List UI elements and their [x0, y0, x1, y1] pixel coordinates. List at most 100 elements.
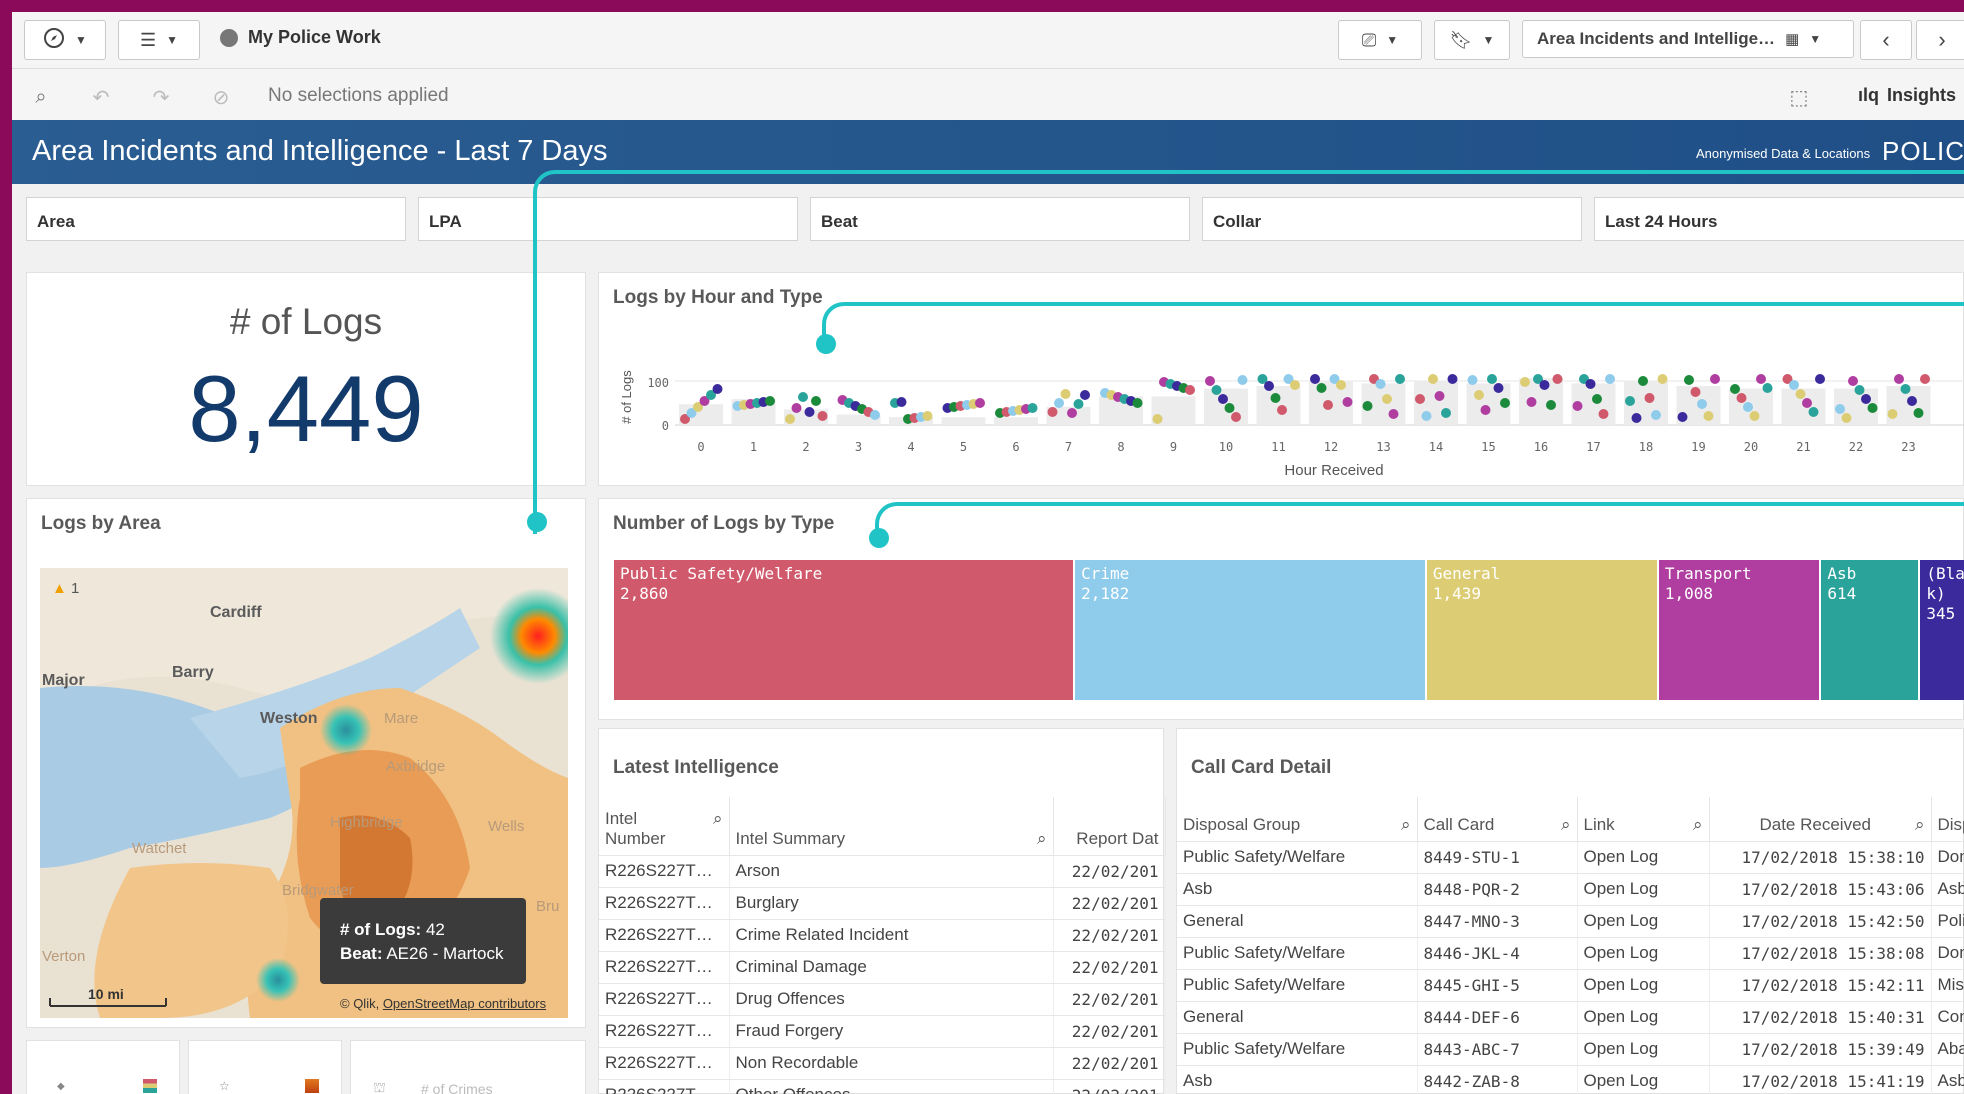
latest-intelligence-panel[interactable]: Latest Intelligence Intel Number ⌕ Intel … [598, 728, 1166, 1094]
next-sheet-button[interactable]: › [1916, 20, 1964, 60]
kpi-value: 8,449 [188, 356, 424, 461]
treemap-tile[interactable]: General 1,439 [1426, 560, 1659, 700]
warning-indicator[interactable]: ▲ 1 [52, 580, 79, 597]
map-attribution: © Qlik, OpenStreetMap contributors [340, 996, 546, 1011]
table-row[interactable]: General 8444-DEF-6 Open Log 17/02/2018 15:4… [1177, 1001, 1964, 1034]
intel-number-cell[interactable]: R226S227T… [599, 919, 730, 952]
sheets-menu-button[interactable]: ☰ ▼ [118, 20, 200, 60]
search-icon[interactable]: ⌕ [1561, 815, 1571, 835]
treemap-tile[interactable]: Crime 2,182 [1075, 560, 1427, 700]
call-card-detail-panel[interactable]: Call Card Detail Disposal Group ⌕ Call Ca… [1176, 728, 1964, 1094]
treemap-tile[interactable]: Transport 1,008 [1658, 560, 1822, 700]
mini-chart-panel[interactable]: ◆ [26, 1040, 180, 1094]
clear-selections-icon[interactable]: ⊘ [206, 83, 236, 111]
open-log-link[interactable]: Open Log [1577, 937, 1710, 970]
previous-sheet-button[interactable]: ‹ [1860, 20, 1912, 60]
search-icon[interactable]: ⌕ [1915, 815, 1925, 835]
table-row[interactable]: Public Safety/Welfare 8445-GHI-5 Open Log 1… [1177, 969, 1964, 1002]
mini-chart-panel[interactable]: ☆ [188, 1040, 342, 1094]
disposal-cell: Polic [1931, 905, 1964, 938]
table-row[interactable]: R226S227T… Drug Offences 22/02/201 [599, 983, 1166, 1016]
open-log-link[interactable]: Open Log [1577, 1001, 1710, 1034]
intel-number-cell[interactable]: R226S227T… [599, 1015, 730, 1048]
table-row[interactable]: R226S227T… Criminal Damage 22/02/201 [599, 951, 1166, 984]
chevron-down-icon: ▼ [1809, 32, 1822, 46]
filter-area[interactable]: Area [26, 197, 406, 241]
kpi-panel[interactable]: # of Logs 8,449 [26, 272, 586, 486]
column-header[interactable]: Disp [1931, 797, 1964, 842]
call-card-cell: 8443-ABC-7 [1417, 1033, 1578, 1066]
present-button[interactable]: ⎚ ▼ [1338, 20, 1422, 60]
column-header[interactable]: Intel Number ⌕ [599, 797, 730, 856]
column-header[interactable]: Disposal Group ⌕ [1177, 797, 1418, 842]
table-row[interactable]: Public Safety/Welfare 8449-STU-1 Open Log 1… [1177, 841, 1964, 874]
open-log-link[interactable]: Open Log [1577, 1065, 1710, 1094]
intel-summary-cell: Other Offences [729, 1079, 1054, 1094]
column-header[interactable]: Report Dat [1053, 797, 1166, 856]
column-header-label: Intel Number [605, 808, 666, 848]
search-icon[interactable]: ⌕ [1401, 815, 1411, 835]
table-row[interactable]: R226S227T… Fraud Forgery 22/02/201 [599, 1015, 1166, 1048]
intel-number-cell[interactable]: R226S227T… [599, 1047, 730, 1080]
insights-icon: ılq [1858, 85, 1879, 105]
callout-dot [527, 512, 547, 532]
intel-summary-cell: Crime Related Incident [729, 919, 1054, 952]
bookmark-button[interactable]: 🔖︎ ▼ [1434, 20, 1510, 60]
date-received-cell: 17/02/2018 15:42:50 [1709, 905, 1932, 938]
open-log-link[interactable]: Open Log [1577, 1033, 1710, 1066]
insights-button[interactable]: ılq Insights [1858, 85, 1956, 106]
treemap-tile[interactable]: (Blan- k)345 [1920, 560, 1964, 700]
map-label: Bru [536, 898, 560, 915]
treemap-tile-label: Crime [1081, 564, 1130, 583]
open-log-link[interactable]: Open Log [1577, 905, 1710, 938]
disposal-cell: Aban [1931, 1033, 1964, 1066]
report-date-cell: 22/02/201 [1053, 887, 1166, 920]
selection-tool-icon[interactable]: ⬚ [1784, 83, 1814, 111]
tooltip-beat-value: AE26 - Martock [386, 944, 504, 963]
step-back-icon[interactable]: ↶ [86, 83, 116, 111]
table-row[interactable]: General 8447-MNO-3 Open Log 17/02/2018 15:4… [1177, 905, 1964, 938]
table-row[interactable]: Asb 8442-ZAB-8 Open Log 17/02/2018 15:41:19… [1177, 1065, 1964, 1094]
search-icon[interactable]: ⌕ [713, 809, 723, 829]
column-header[interactable]: Date Received ⌕ [1709, 797, 1932, 842]
chevron-left-icon: ‹ [1882, 27, 1890, 52]
treemap-tile-value: 2,860 [620, 584, 669, 603]
column-header[interactable]: Link ⌕ [1577, 797, 1710, 842]
open-log-link[interactable]: Open Log [1577, 969, 1710, 1002]
search-icon[interactable]: ⌕ [1693, 815, 1703, 835]
table-row[interactable]: Asb 8448-PQR-2 Open Log 17/02/2018 15:43:06… [1177, 873, 1964, 906]
step-forward-icon[interactable]: ↷ [146, 83, 176, 111]
sheet-title: Area Incidents and Intelligence - Last 7… [32, 135, 608, 167]
smart-search-icon[interactable]: ⌕ [26, 83, 56, 111]
table-row[interactable]: R226S227T… Arson 22/02/201 [599, 855, 1166, 888]
table-row[interactable]: Public Safety/Welfare 8443-ABC-7 Open Log 1… [1177, 1033, 1964, 1066]
intel-number-cell[interactable]: R226S227T… [599, 855, 730, 888]
map-view[interactable]: ▲ 1 Cardiff Barry Major Weston Mare Axbr… [40, 568, 568, 1018]
treemap-tile-label: Public Safety/Welfare [620, 564, 823, 583]
table-row[interactable]: R226S227T…Other Offences22/02/201 [599, 1079, 1166, 1094]
disposal-cell: Con [1931, 1001, 1964, 1034]
table-row[interactable]: R226S227T… Burglary 22/02/201 [599, 887, 1166, 920]
intel-number-cell[interactable]: R226S227T… [599, 983, 730, 1016]
treemap-tile[interactable]: Asb 614 [1821, 560, 1921, 700]
intel-number-cell[interactable]: R226S227T… [599, 1079, 730, 1094]
table-row[interactable]: R226S227T… Crime Related Incident 22/02/20… [599, 919, 1166, 952]
disposal-group-cell: General [1177, 905, 1418, 938]
warning-count: 1 [71, 580, 80, 597]
tooltip-logs-value: 42 [425, 920, 445, 939]
attribution-link[interactable]: OpenStreetMap contributors [383, 996, 546, 1011]
open-log-link[interactable]: Open Log [1577, 841, 1710, 874]
treemap-tile[interactable]: Public Safety/Welfare 2,860 [614, 560, 1076, 700]
column-header[interactable]: Call Card ⌕ [1417, 797, 1578, 842]
column-header[interactable]: Intel Summary ⌕ [729, 797, 1054, 856]
sheet-selector[interactable]: Area Incidents and Intellige… ▦ ▼ [1522, 20, 1854, 58]
treemap-chart[interactable]: Public Safety/Welfare 2,860 Crime 2,182 Gene… [614, 560, 1964, 700]
navigation-button[interactable]: ▼ [24, 20, 106, 60]
search-icon[interactable]: ⌕ [1037, 829, 1047, 849]
open-log-link[interactable]: Open Log [1577, 873, 1710, 906]
intel-number-cell[interactable]: R226S227T… [599, 887, 730, 920]
crimes-panel[interactable]: ⛫ # of Crimes [350, 1040, 586, 1094]
intel-number-cell[interactable]: R226S227T… [599, 951, 730, 984]
table-row[interactable]: Public Safety/Welfare 8446-JKL-4 Open Log 1… [1177, 937, 1964, 970]
table-row[interactable]: R226S227T… Non Recordable 22/02/201 [599, 1047, 1166, 1080]
